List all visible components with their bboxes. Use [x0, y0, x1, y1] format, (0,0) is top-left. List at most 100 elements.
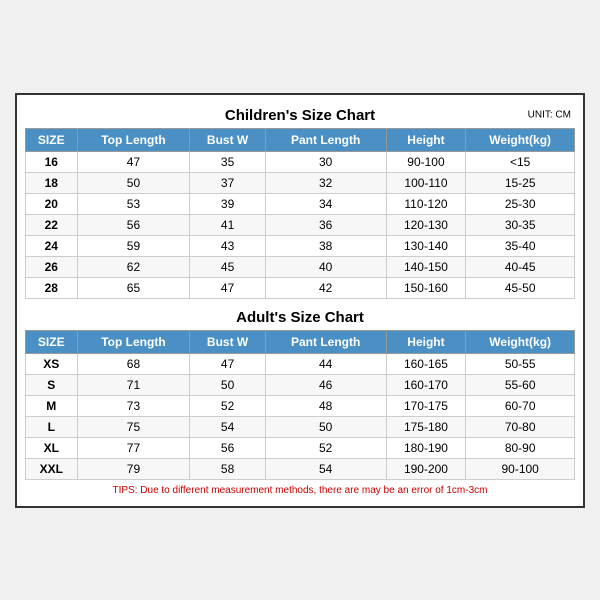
- table-cell: 58: [190, 458, 265, 479]
- col-weight: Weight(kg): [466, 128, 575, 151]
- children-tbody: 1647353090-100<1518503732100-11015-25205…: [26, 151, 575, 298]
- adult-col-pant-length: Pant Length: [265, 330, 386, 353]
- table-cell: 79: [77, 458, 190, 479]
- children-table: SIZE Top Length Bust W Pant Length Heigh…: [25, 128, 575, 299]
- table-cell: XXL: [26, 458, 78, 479]
- table-cell: 30-35: [466, 214, 575, 235]
- table-cell: 160-170: [386, 374, 466, 395]
- table-row: XS684744160-16550-55: [26, 353, 575, 374]
- table-cell: 50: [77, 172, 190, 193]
- table-cell: 65: [77, 277, 190, 298]
- table-cell: L: [26, 416, 78, 437]
- table-cell: 40-45: [466, 256, 575, 277]
- table-cell: 80-90: [466, 437, 575, 458]
- table-cell: 46: [265, 374, 386, 395]
- adult-title: Adult's Size Chart: [25, 305, 575, 330]
- table-cell: 44: [265, 353, 386, 374]
- table-cell: 36: [265, 214, 386, 235]
- children-title: Children's Size Chart UNIT: CM: [25, 103, 575, 128]
- table-cell: 150-160: [386, 277, 466, 298]
- table-cell: 56: [190, 437, 265, 458]
- adult-table: SIZE Top Length Bust W Pant Length Heigh…: [25, 330, 575, 480]
- table-cell: 90-100: [386, 151, 466, 172]
- table-cell: <15: [466, 151, 575, 172]
- adult-col-bust-w: Bust W: [190, 330, 265, 353]
- adult-header-row: SIZE Top Length Bust W Pant Length Heigh…: [26, 330, 575, 353]
- table-cell: 48: [265, 395, 386, 416]
- table-cell: 170-175: [386, 395, 466, 416]
- adult-col-height: Height: [386, 330, 466, 353]
- table-cell: 90-100: [466, 458, 575, 479]
- table-cell: 35: [190, 151, 265, 172]
- table-cell: 16: [26, 151, 78, 172]
- table-cell: 52: [190, 395, 265, 416]
- col-height: Height: [386, 128, 466, 151]
- table-cell: 50: [190, 374, 265, 395]
- adult-col-top-length: Top Length: [77, 330, 190, 353]
- adult-col-size: SIZE: [26, 330, 78, 353]
- col-pant-length: Pant Length: [265, 128, 386, 151]
- table-cell: 34: [265, 193, 386, 214]
- table-cell: 68: [77, 353, 190, 374]
- table-cell: 47: [190, 277, 265, 298]
- table-cell: 160-165: [386, 353, 466, 374]
- table-row: XL775652180-19080-90: [26, 437, 575, 458]
- table-cell: 70-80: [466, 416, 575, 437]
- children-header-row: SIZE Top Length Bust W Pant Length Heigh…: [26, 128, 575, 151]
- table-cell: 20: [26, 193, 78, 214]
- children-title-text: Children's Size Chart: [225, 107, 375, 124]
- table-cell: 26: [26, 256, 78, 277]
- table-cell: 47: [77, 151, 190, 172]
- table-cell: 55-60: [466, 374, 575, 395]
- table-cell: 59: [77, 235, 190, 256]
- table-cell: 62: [77, 256, 190, 277]
- table-cell: M: [26, 395, 78, 416]
- table-cell: XS: [26, 353, 78, 374]
- table-cell: 42: [265, 277, 386, 298]
- table-cell: 190-200: [386, 458, 466, 479]
- table-cell: 39: [190, 193, 265, 214]
- table-cell: 37: [190, 172, 265, 193]
- table-cell: 41: [190, 214, 265, 235]
- table-row: L755450175-18070-80: [26, 416, 575, 437]
- table-cell: 100-110: [386, 172, 466, 193]
- table-cell: 54: [190, 416, 265, 437]
- table-row: XXL795854190-20090-100: [26, 458, 575, 479]
- table-cell: 54: [265, 458, 386, 479]
- table-cell: S: [26, 374, 78, 395]
- table-cell: 110-120: [386, 193, 466, 214]
- table-cell: 35-40: [466, 235, 575, 256]
- table-cell: 53: [77, 193, 190, 214]
- table-row: 28654742150-16045-50: [26, 277, 575, 298]
- table-cell: 25-30: [466, 193, 575, 214]
- table-cell: 75: [77, 416, 190, 437]
- table-cell: 52: [265, 437, 386, 458]
- table-cell: 180-190: [386, 437, 466, 458]
- col-size: SIZE: [26, 128, 78, 151]
- col-bust-w: Bust W: [190, 128, 265, 151]
- table-cell: 18: [26, 172, 78, 193]
- table-cell: 130-140: [386, 235, 466, 256]
- table-cell: 30: [265, 151, 386, 172]
- table-row: S715046160-17055-60: [26, 374, 575, 395]
- table-cell: XL: [26, 437, 78, 458]
- adult-tbody: XS684744160-16550-55S715046160-17055-60M…: [26, 353, 575, 479]
- table-row: 22564136120-13030-35: [26, 214, 575, 235]
- chart-container: Children's Size Chart UNIT: CM SIZE Top …: [15, 93, 585, 508]
- adult-col-weight: Weight(kg): [466, 330, 575, 353]
- table-row: M735248170-17560-70: [26, 395, 575, 416]
- table-cell: 15-25: [466, 172, 575, 193]
- unit-label: UNIT: CM: [528, 110, 571, 121]
- adult-title-text: Adult's Size Chart: [236, 309, 364, 326]
- table-cell: 71: [77, 374, 190, 395]
- table-cell: 45-50: [466, 277, 575, 298]
- table-cell: 28: [26, 277, 78, 298]
- table-row: 24594338130-14035-40: [26, 235, 575, 256]
- table-cell: 47: [190, 353, 265, 374]
- table-cell: 140-150: [386, 256, 466, 277]
- table-cell: 56: [77, 214, 190, 235]
- table-cell: 43: [190, 235, 265, 256]
- table-cell: 73: [77, 395, 190, 416]
- table-row: 18503732100-11015-25: [26, 172, 575, 193]
- table-cell: 120-130: [386, 214, 466, 235]
